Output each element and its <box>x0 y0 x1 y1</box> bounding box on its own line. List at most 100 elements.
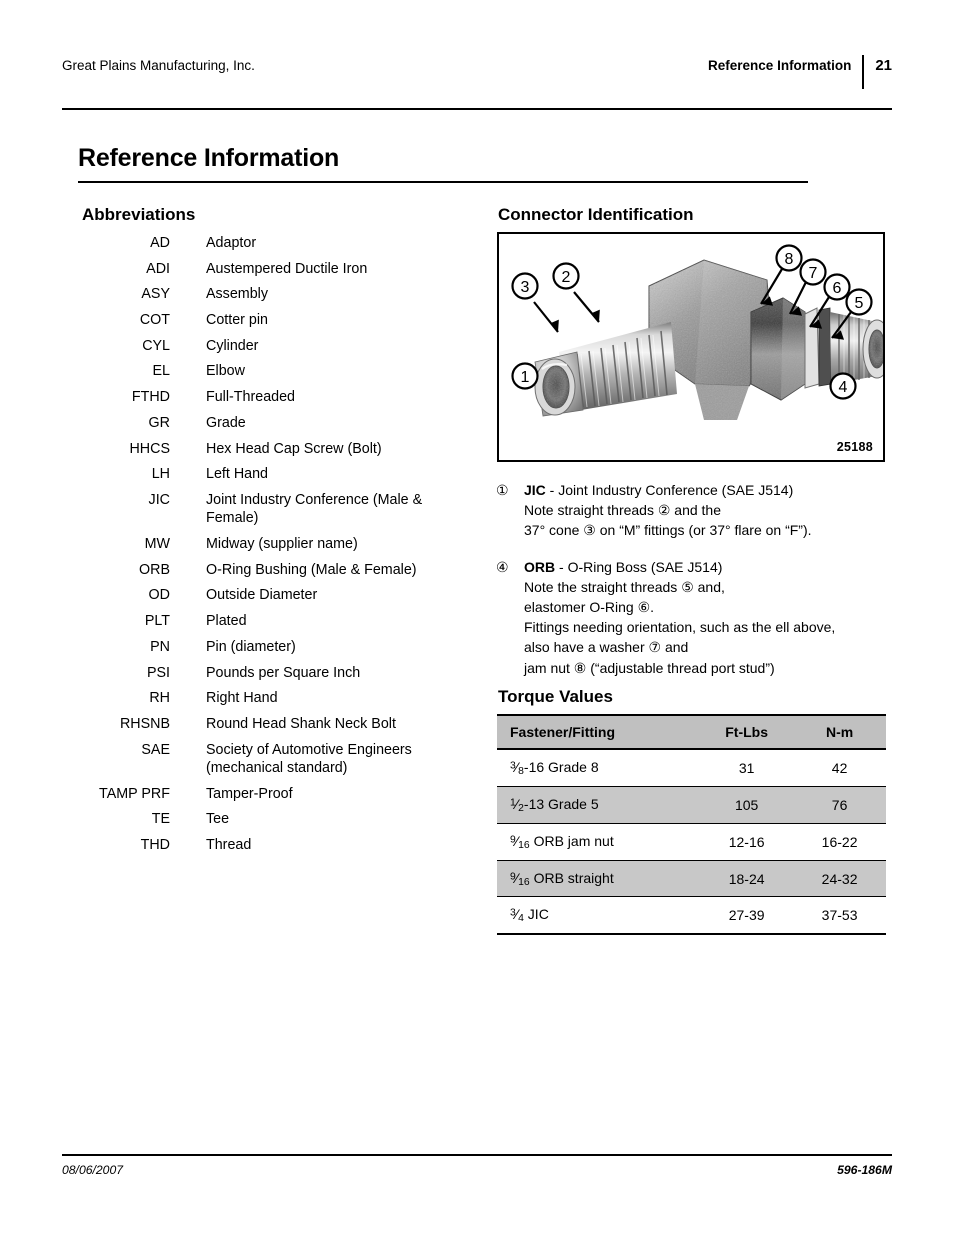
note-line: jam nut ⑧ (“adjustable thread port stud”… <box>524 659 775 676</box>
svg-text:5: 5 <box>855 295 864 312</box>
torque-values-table: Fastener/Fitting Ft-Lbs N-m 3⁄8-16 Grade… <box>497 714 886 936</box>
list-item: ASY Assembly <box>78 285 478 304</box>
abbreviation-term: RH <box>149 690 170 707</box>
note-jic: ① JIC - Joint Industry Conference (SAE J… <box>496 480 896 541</box>
fraction: 9⁄16 <box>510 870 530 888</box>
abbreviation-definition: Society of Automotive Engineers (mechani… <box>206 741 412 777</box>
abbreviation-definition: O-Ring Bushing (Male & Female) <box>206 561 417 578</box>
abbreviation-term: RHSNB <box>119 715 170 732</box>
page-header: Great Plains Manufacturing, Inc. Referen… <box>62 48 892 89</box>
abbreviation-term: EL <box>152 363 171 380</box>
abbreviation-definition: Pounds per Square Inch <box>206 664 361 681</box>
abbreviation-term: JIC <box>148 491 170 508</box>
note-marker: ① <box>496 482 509 498</box>
note-line: Note the straight threads ⑤ and, <box>524 578 725 595</box>
abbreviation-term: MW <box>144 536 170 553</box>
page-number: 21 <box>875 56 892 74</box>
abbreviation-definition: Thread <box>206 837 252 854</box>
fraction-denominator: 16 <box>518 876 530 888</box>
abbreviations-heading: Abbreviations <box>82 205 196 224</box>
fastener-rest: -16 Grade 8 <box>523 759 599 775</box>
note-line: 37° cone ③ on “M” fittings (or 37° flare… <box>524 522 812 539</box>
list-item: GR Grade <box>78 414 478 433</box>
abbreviation-definition: Right Hand <box>206 690 278 707</box>
abbreviation-definition: Hex Head Cap Screw (Bolt) <box>206 440 382 457</box>
note-lead-label: ORB <box>524 558 556 575</box>
column-header-ftlbs: Ft-Lbs <box>700 714 794 750</box>
fastener-rest: ORB jam nut <box>529 832 614 849</box>
header-section-title: Reference Information <box>708 57 852 73</box>
list-item: RHSNB Round Head Shank Neck Bolt <box>78 715 478 734</box>
list-item: PSI Pounds per Square Inch <box>78 664 478 683</box>
svg-text:2: 2 <box>562 269 571 286</box>
abbreviation-definition: Pin (diameter) <box>206 638 296 655</box>
abbreviation-definition: Joint Industry Conference (Male & Female… <box>206 491 423 527</box>
column-header-nm: N-m <box>793 714 886 750</box>
abbreviation-term: ADI <box>146 260 170 277</box>
note-line: elastomer O-Ring ⑥. <box>524 599 655 616</box>
note-line: Note straight threads ② and the <box>524 502 721 519</box>
footer-document-number: 596-186M <box>837 1163 892 1177</box>
abbreviation-term: ASY <box>141 286 170 303</box>
abbreviation-definition: Cylinder <box>206 337 259 354</box>
abbreviation-definition: Outside Diameter <box>206 587 318 604</box>
abbreviation-term: PN <box>150 638 170 655</box>
page-footer: 08/06/2007 596-186M <box>62 1163 892 1177</box>
note-body: JIC - Joint Industry Conference (SAE J51… <box>524 480 896 541</box>
list-item: RH Right Hand <box>78 689 478 708</box>
note-line: ORB - O-Ring Boss (SAE J514) <box>524 557 896 577</box>
list-item: LH Left Hand <box>78 465 478 484</box>
abbreviation-term: PSI <box>146 664 170 681</box>
abbreviation-definition: Round Head Shank Neck Bolt <box>206 715 396 732</box>
table-header-row: Fastener/Fitting Ft-Lbs N-m <box>497 714 886 750</box>
abbreviations-list: AD Adaptor ADI Austempered Ductile Iron … <box>78 234 478 862</box>
fastener-rest: -13 Grade 5 <box>523 795 599 812</box>
abbreviation-definition: Left Hand <box>206 466 268 483</box>
cell-nm: 37-53 <box>793 896 886 936</box>
abbreviation-definition: Midway (supplier name) <box>206 536 358 553</box>
list-item: PLT Plated <box>78 612 478 631</box>
company-name: Great Plains Manufacturing, Inc. <box>62 57 255 73</box>
cell-fastener: 3⁄8-16 Grade 8 <box>497 748 701 787</box>
connector-notes: ① JIC - Joint Industry Conference (SAE J… <box>496 480 896 694</box>
abbreviation-definition: Grade <box>206 414 246 431</box>
callout-number-4: 4 <box>829 372 857 400</box>
abbreviation-term: TAMP PRF <box>99 785 170 802</box>
cell-fastener: 3⁄4 JIC <box>497 896 701 936</box>
figure-id: 25188 <box>836 440 873 454</box>
cell-ftlbs: 31 <box>700 748 794 787</box>
note-line-rest: - O-Ring Boss (SAE J514) <box>555 558 723 575</box>
list-item: COT Cotter pin <box>78 311 478 330</box>
abbreviation-term: SAE <box>141 741 170 758</box>
cell-nm: 76 <box>793 785 886 824</box>
list-item: JIC Joint Industry Conference (Male & Fe… <box>78 491 478 528</box>
svg-text:6: 6 <box>833 280 842 297</box>
table-row: 9⁄16 ORB jam nut 12-16 16-22 <box>497 822 886 861</box>
cell-ftlbs: 27-39 <box>700 896 794 936</box>
svg-text:8: 8 <box>785 251 794 268</box>
page-title: Reference Information <box>78 144 340 172</box>
abbreviation-definition: Austempered Ductile Iron <box>206 260 368 277</box>
list-item: HHCS Hex Head Cap Screw (Bolt) <box>78 440 478 459</box>
cell-nm: 24-32 <box>793 859 886 898</box>
abbreviation-term: LH <box>151 466 170 483</box>
fastener-rest: ORB straight <box>529 869 614 886</box>
abbreviation-term: HHCS <box>129 440 170 457</box>
cell-ftlbs: 18-24 <box>700 859 794 898</box>
title-underline <box>78 181 808 184</box>
manual-page: Great Plains Manufacturing, Inc. Referen… <box>0 0 954 1235</box>
abbreviation-term: GR <box>148 414 170 431</box>
table-row: 3⁄4 JIC 27-39 37-53 <box>497 896 886 936</box>
fastener-rest: JIC <box>523 906 549 923</box>
abbreviation-term: CYL <box>142 337 170 354</box>
cell-ftlbs: 105 <box>700 785 794 824</box>
list-item: PN Pin (diameter) <box>78 638 478 657</box>
cell-fastener: 1⁄2-13 Grade 5 <box>497 785 701 824</box>
list-item: OD Outside Diameter <box>78 586 478 605</box>
callout-number-1: 1 <box>511 362 539 390</box>
svg-text:7: 7 <box>809 265 818 282</box>
cell-ftlbs: 12-16 <box>700 822 794 861</box>
cell-fastener: 9⁄16 ORB straight <box>497 859 701 898</box>
elbow-fitting-illustration: 1 2 3 4 5 6 7 8 <box>499 234 883 460</box>
callout-number-8: 8 <box>775 244 803 272</box>
